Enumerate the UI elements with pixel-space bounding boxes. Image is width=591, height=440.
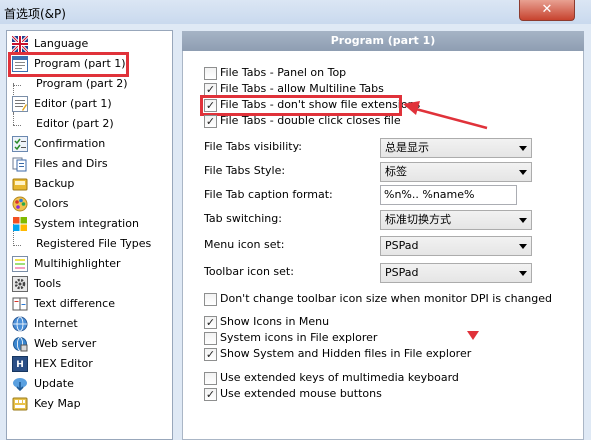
file-tab-caption-format-input[interactable]: %n%.. %name%	[380, 185, 517, 205]
diff-icon	[12, 296, 28, 312]
checkbox-label: System icons in File explorer	[220, 331, 378, 344]
sidebar-item-label: Text difference	[34, 297, 115, 310]
file-tab-caption-format-label: File Tab caption format:	[204, 188, 333, 201]
checkbox-label: File Tabs - double click closes file	[220, 114, 401, 127]
menu-icon-set-label: Menu icon set:	[204, 238, 285, 251]
sidebar-item-label: HEX Editor	[34, 357, 93, 370]
title-bar: 首选项(&P) ✕	[0, 0, 591, 24]
sidebar-item-label: Multihighlighter	[34, 257, 121, 270]
file-tabs-style-select[interactable]: 标签	[380, 162, 532, 182]
gear-icon	[12, 276, 28, 292]
section-header: Program (part 1)	[182, 31, 584, 51]
tree-line	[13, 85, 21, 86]
file-tabs-visibility-label: File Tabs visibility:	[204, 140, 302, 153]
file-tabs-style-label: File Tabs Style:	[204, 164, 286, 177]
checkbox-box[interactable]: ✓	[204, 115, 217, 128]
windows-logo-icon	[12, 216, 28, 232]
tab-switching-select[interactable]: 标准切换方式	[380, 210, 532, 230]
hex-icon: H	[12, 356, 28, 372]
sidebar-item-label: Editor (part 1)	[34, 97, 112, 110]
checkbox-box[interactable]	[204, 67, 217, 80]
chevron-down-icon	[519, 170, 527, 175]
menu-icon-set-select[interactable]: PSPad	[380, 236, 532, 256]
sidebar-item-label: Colors	[34, 197, 69, 210]
checkbox-box[interactable]: ✓	[204, 388, 217, 401]
checkbox-label: Use extended mouse buttons	[220, 387, 382, 400]
checkbox-label: File Tabs - Panel on Top	[220, 66, 347, 79]
file-tabs-visibility-select[interactable]: 总是显示	[380, 138, 532, 158]
select-value: PSPad	[385, 266, 419, 279]
globe-icon	[12, 316, 28, 332]
checklist-icon	[12, 136, 28, 152]
sidebar-item-label: Update	[34, 377, 74, 390]
sidebar-item-label: Program (part 2)	[36, 77, 128, 90]
close-icon: ✕	[541, 2, 553, 17]
tree-line	[13, 125, 21, 126]
sidebar-item-label: Internet	[34, 317, 78, 330]
checkbox-box[interactable]	[204, 293, 217, 306]
toolbar-icon-set-select[interactable]: PSPad	[380, 263, 532, 283]
checkbox-label: Use extended keys of multimedia keyboard	[220, 371, 459, 384]
sidebar-item-label: Registered File Types	[36, 237, 152, 250]
tree-line	[13, 113, 14, 125]
chevron-down-icon	[519, 244, 527, 249]
sidebar-item-label: Tools	[34, 277, 62, 290]
checkbox-box[interactable]	[204, 372, 217, 385]
editor-icon	[12, 96, 28, 112]
checkbox-box[interactable]	[204, 332, 217, 345]
sidebar-item-label: Files and Dirs	[34, 157, 108, 170]
sidebar-item-label: Backup	[34, 177, 75, 190]
window-title: 首选项(&P)	[4, 7, 66, 21]
update-icon	[12, 376, 28, 392]
select-value: PSPad	[385, 239, 419, 252]
server-icon	[12, 336, 28, 352]
select-value: 标准切换方式	[385, 213, 451, 226]
sidebar-item-label: Web server	[34, 337, 97, 350]
toolbar-icon-set-label: Toolbar icon set:	[204, 265, 294, 278]
tab-switching-label: Tab switching:	[204, 212, 282, 225]
sidebar-item-label: Confirmation	[34, 137, 106, 150]
keyboard-icon	[12, 396, 28, 412]
checkbox-box[interactable]: ✓	[204, 316, 217, 329]
sidebar-item-label: Key Map	[34, 397, 81, 410]
sidebar-item-label: System integration	[34, 217, 139, 230]
palette-icon	[12, 196, 28, 212]
chevron-down-icon	[519, 218, 527, 223]
checkbox-box[interactable]: ✓	[204, 348, 217, 361]
select-value: 总是显示	[385, 141, 429, 154]
sidebar-item-label: Language	[34, 37, 89, 50]
backup-icon	[12, 176, 28, 192]
checkbox-label: Show System and Hidden files in File exp…	[220, 347, 472, 360]
tree-line	[13, 245, 21, 246]
flag-icon	[10, 34, 30, 54]
chevron-down-icon	[519, 271, 527, 276]
close-button[interactable]: ✕	[519, 0, 575, 21]
files-icon	[12, 156, 28, 172]
checkbox-label: Don't change toolbar icon size when moni…	[220, 292, 553, 305]
highlighter-icon	[12, 256, 28, 272]
chevron-down-icon	[519, 146, 527, 151]
select-value: 标签	[385, 165, 407, 178]
checkbox-label: Show Icons in Menu	[220, 315, 330, 328]
sidebar-item-label: Editor (part 2)	[36, 117, 114, 130]
